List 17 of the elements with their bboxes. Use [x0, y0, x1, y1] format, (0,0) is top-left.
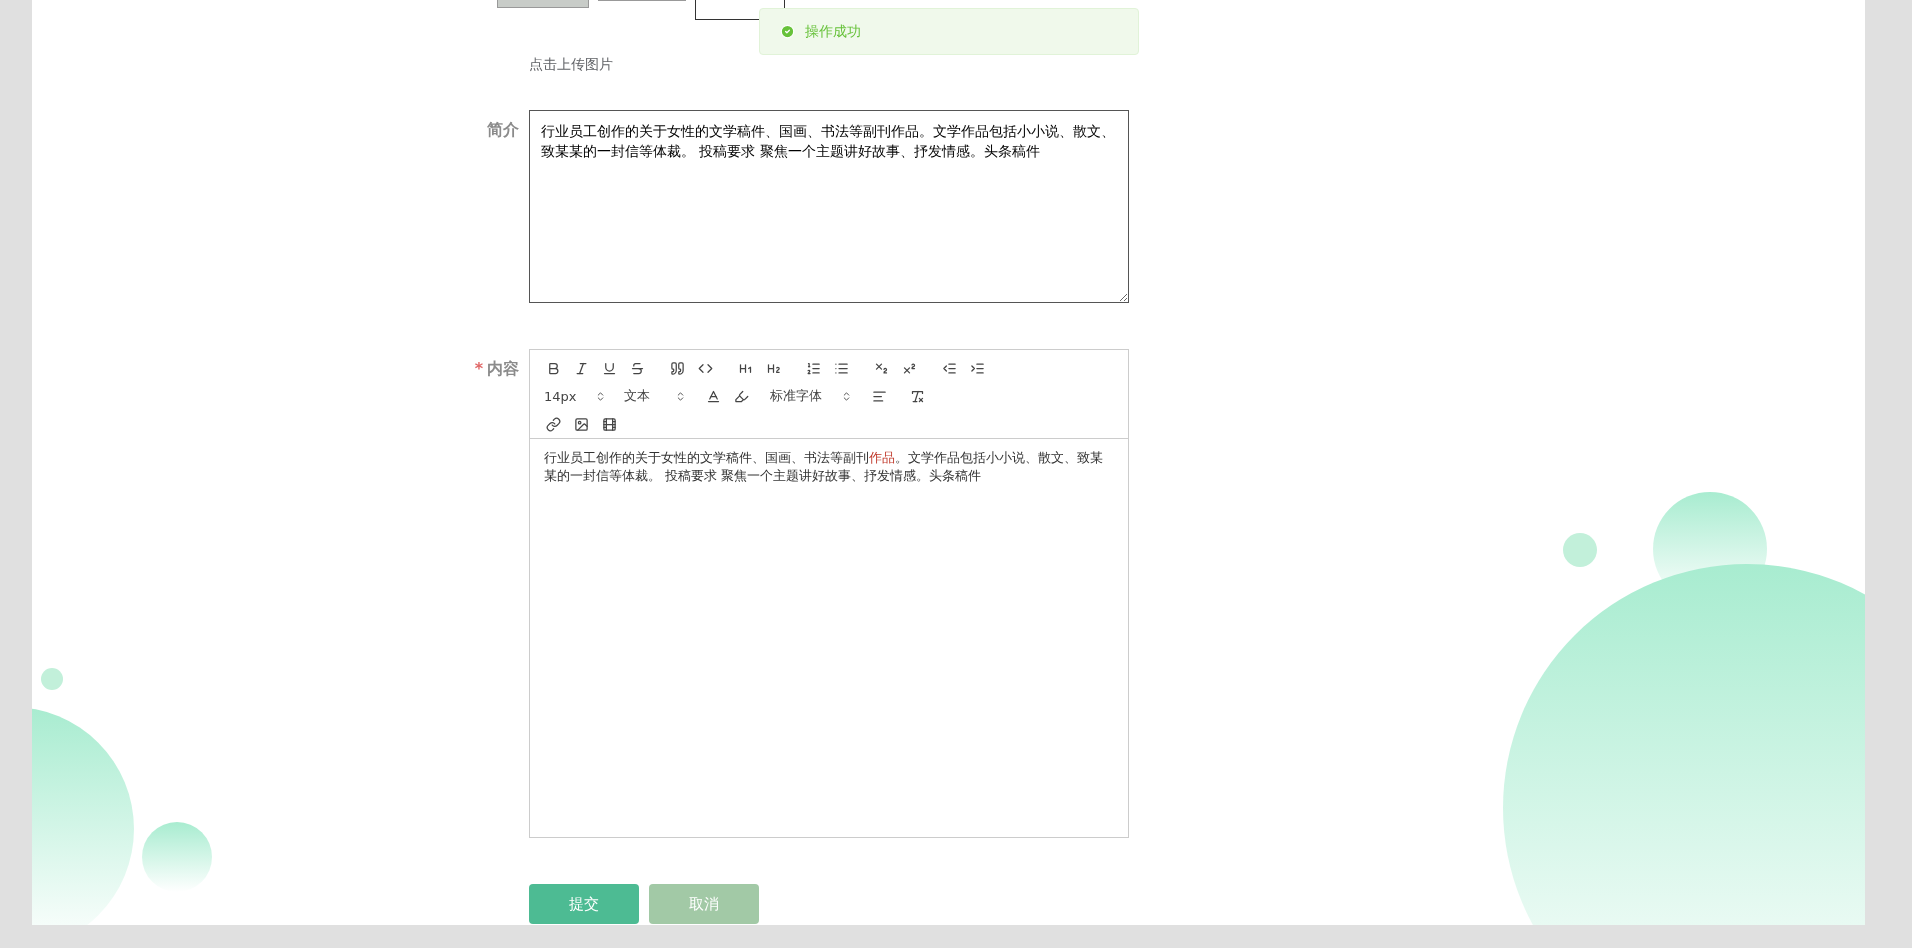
- rich-text-editor[interactable]: 14px 文本 标准字体 行业员工创作的关于女性的文学稿件、国画、书法等副刊作品。文学作品包括小小说、散文、致某某的一封信等体裁。 投稿要求 聚焦一个主题讲好故事、抒发情感。头条稿件: [529, 349, 1129, 838]
- summary-field[interactable]: 行业员工创作的关于女性的文学稿件、国画、书法等副刊作品。文学作品包括小小说、散文、致某某的一封信等体裁。 投稿要求 聚焦一个主题讲好故事、抒发情感。头条稿件: [529, 110, 1129, 303]
- bubble-drawing: [41, 668, 63, 690]
- toolbar-select[interactable]: 标准字体: [766, 386, 856, 406]
- upload-hint[interactable]: 点击上传图片: [529, 56, 1140, 74]
- required-mark: *: [474, 359, 483, 378]
- field-label: 内容: [487, 359, 519, 378]
- toolbar-select[interactable]: 文本: [620, 386, 690, 406]
- check-icon: [780, 24, 795, 39]
- image-thumbnail[interactable]: [497, 0, 589, 8]
- updown-icon: [675, 390, 686, 402]
- editor-text: 行业员工创作的关于女性的文学稿件、国画、书法等副刊作品。文学作品包括小小说、散文、致某某的一封信等体裁。 投稿要求 聚焦一个主题讲好故事、抒发情感。头条稿件: [543, 449, 1104, 485]
- updown-icon: [841, 390, 852, 402]
- field-label: 简介: [487, 120, 519, 139]
- toast-message: 操作成功: [805, 22, 861, 41]
- toolbar-select[interactable]: 14px: [540, 386, 610, 406]
- updown-icon: [595, 390, 606, 402]
